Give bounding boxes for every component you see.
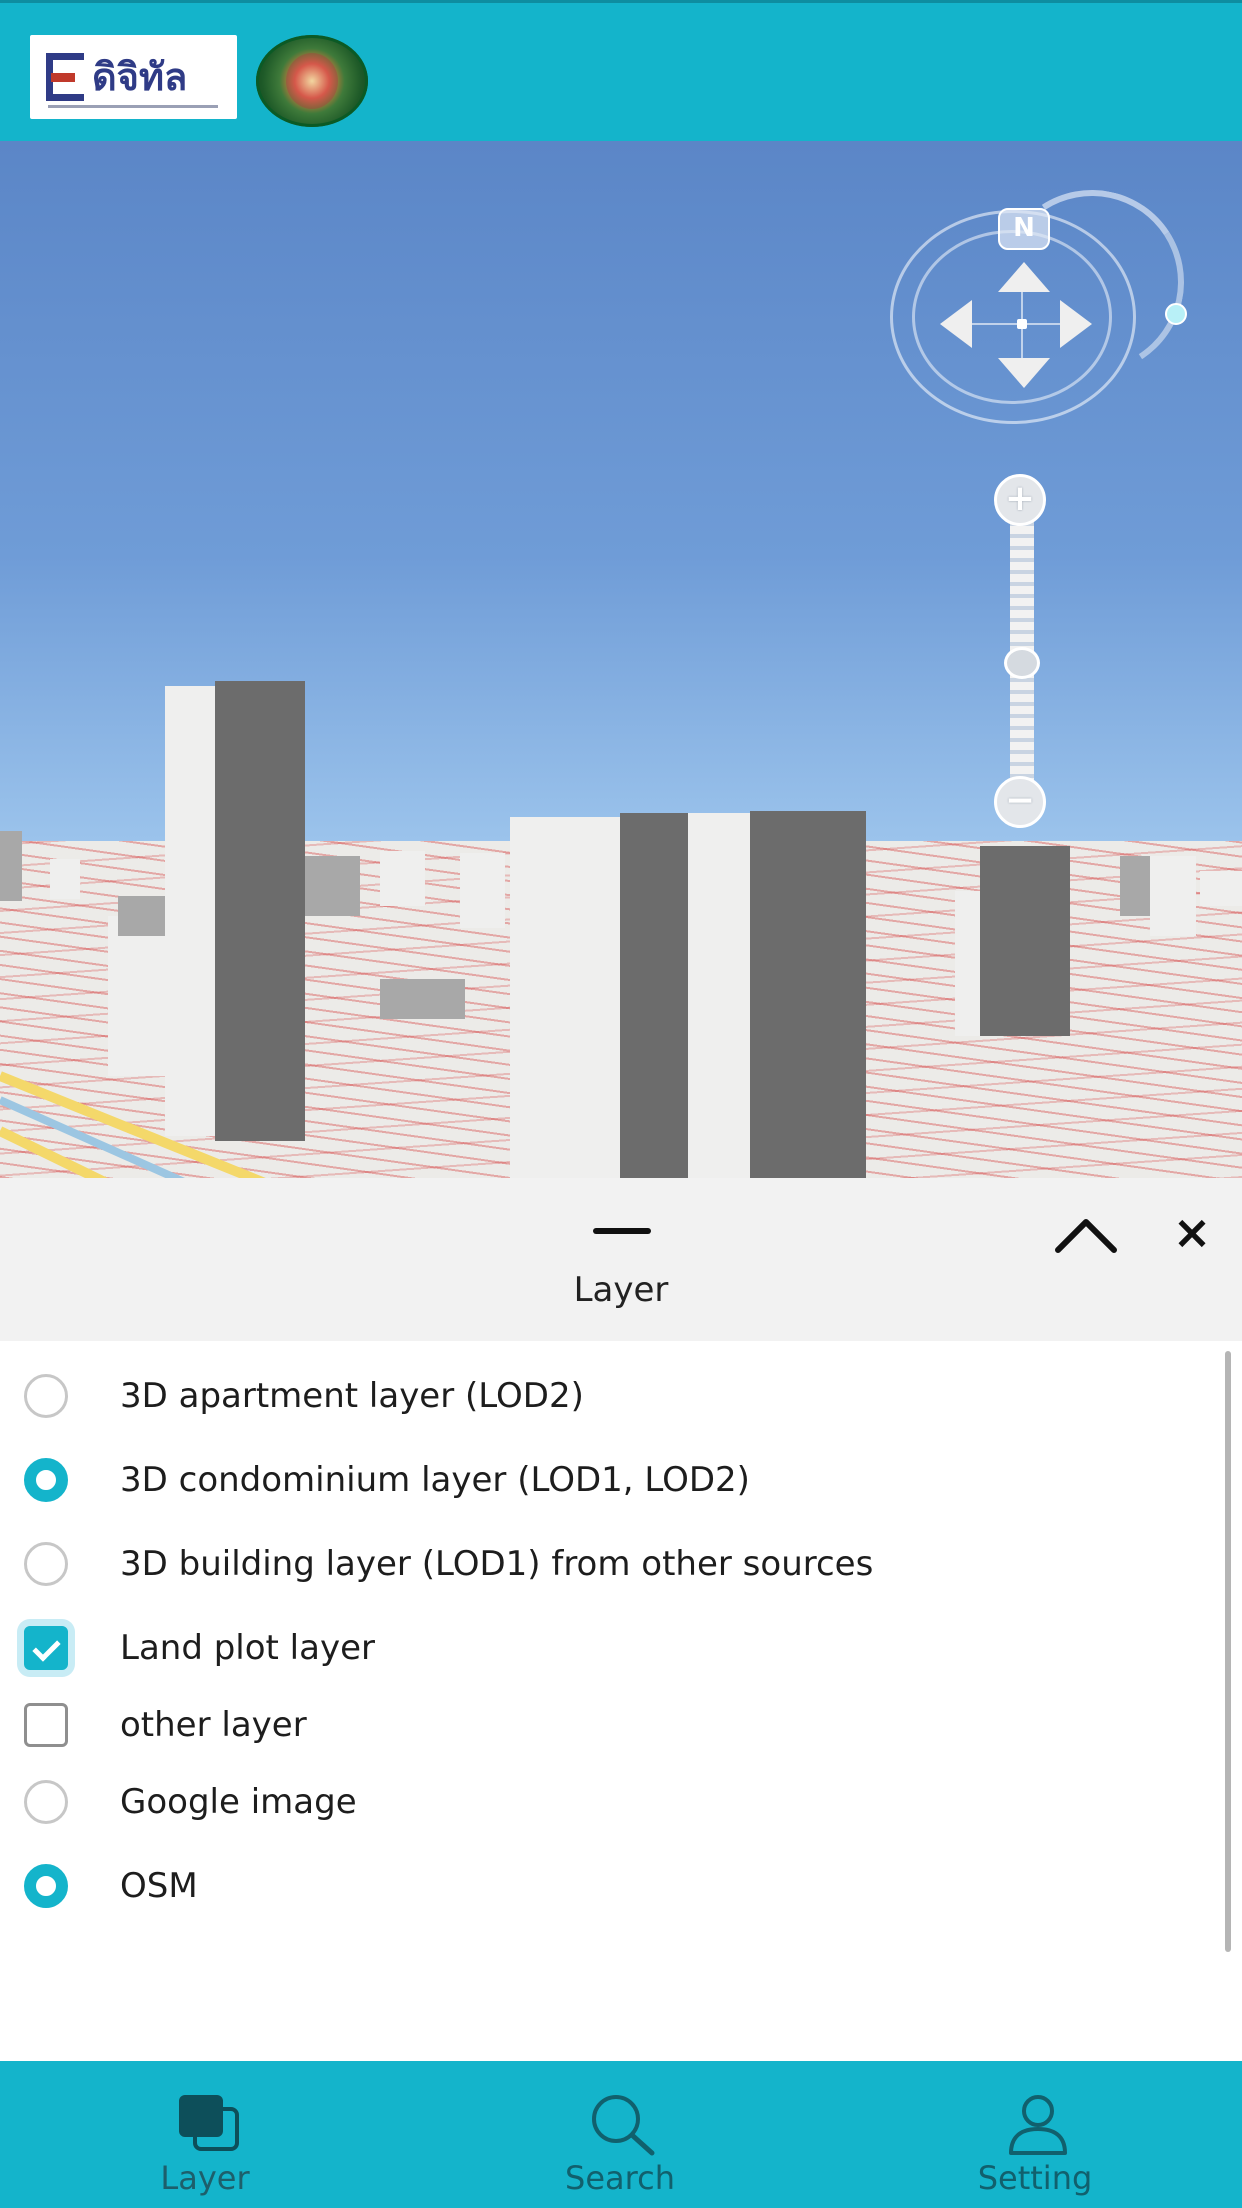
layer-option-3d-condominium[interactable]: 3D condominium layer (LOD1, LOD2) — [24, 1450, 750, 1510]
building — [1120, 856, 1150, 916]
layer-option-label: 3D apartment layer (LOD2) — [120, 1376, 584, 1416]
nav-tab-label: Setting — [977, 2159, 1093, 2197]
layer-option-osm[interactable]: OSM — [24, 1856, 198, 1916]
building — [980, 846, 1070, 1036]
radio-button[interactable] — [24, 1780, 68, 1824]
compass-center — [1017, 319, 1027, 329]
building — [0, 831, 22, 901]
building-tower — [118, 896, 168, 936]
layer-option-land-plot[interactable]: Land plot layer — [24, 1618, 375, 1678]
pan-up-icon[interactable] — [998, 262, 1050, 292]
layers-icon — [179, 2095, 239, 2151]
zoom-out-button[interactable]: − — [994, 776, 1046, 828]
checkbox[interactable] — [24, 1703, 68, 1747]
panel-drag-handle[interactable] — [593, 1228, 651, 1234]
building-tower — [165, 686, 220, 1136]
bottom-navigation: Layer Search Setting — [0, 2061, 1242, 2208]
layer-option-3d-building-other[interactable]: 3D building layer (LOD1) from other sour… — [24, 1534, 873, 1594]
user-icon — [1009, 2095, 1067, 2155]
layer-option-label: 3D condominium layer (LOD1, LOD2) — [120, 1460, 750, 1500]
panel-title: Layer — [573, 1270, 669, 1310]
edigital-logo-mark — [46, 53, 84, 101]
building — [380, 979, 465, 1019]
building-foreground — [750, 811, 866, 1178]
building-foreground — [620, 813, 688, 1178]
pan-left-icon[interactable] — [940, 300, 972, 348]
layer-panel-header: × Layer — [0, 1178, 1242, 1341]
layer-option-label: OSM — [120, 1866, 198, 1906]
layer-option-label: other layer — [120, 1705, 307, 1745]
search-icon — [592, 2095, 655, 2156]
nav-tab-layer[interactable]: Layer — [55, 2061, 355, 2208]
building — [300, 856, 360, 916]
radio-button[interactable] — [24, 1864, 68, 1908]
nav-tab-search[interactable]: Search — [470, 2061, 770, 2208]
north-indicator[interactable]: N — [998, 208, 1050, 250]
layer-list-scrollbar[interactable] — [1225, 1351, 1231, 1952]
building — [1150, 856, 1196, 936]
chevron-up-icon[interactable] — [1052, 1208, 1120, 1258]
zoom-slider-thumb[interactable] — [1004, 647, 1040, 679]
edigital-logo-tagline — [48, 105, 218, 108]
tilt-knob[interactable] — [1165, 303, 1187, 325]
nav-tab-label: Layer — [160, 2159, 250, 2197]
building — [50, 859, 80, 899]
radio-button[interactable] — [24, 1374, 68, 1418]
nav-tab-label: Search — [565, 2159, 675, 2197]
building — [1200, 871, 1242, 906]
building-tower — [215, 681, 305, 1141]
radio-button[interactable] — [24, 1458, 68, 1502]
building-foreground — [688, 813, 753, 1178]
building-foreground — [510, 817, 622, 1178]
radio-button[interactable] — [24, 1542, 68, 1586]
building — [380, 851, 425, 906]
layer-option-label: Google image — [120, 1782, 357, 1822]
zoom-in-button[interactable]: + — [994, 474, 1046, 526]
pan-right-icon[interactable] — [1060, 300, 1092, 348]
building — [460, 853, 505, 928]
edigital-logo-text: ดิจิทัล — [92, 55, 188, 99]
government-seal-icon — [256, 35, 368, 127]
pan-down-icon[interactable] — [998, 358, 1050, 388]
checkbox[interactable] — [24, 1626, 68, 1670]
layer-option-other[interactable]: other layer — [24, 1695, 307, 1755]
nav-tab-setting[interactable]: Setting — [885, 2061, 1185, 2208]
layer-option-3d-apartment[interactable]: 3D apartment layer (LOD2) — [24, 1366, 584, 1426]
layer-option-label: Land plot layer — [120, 1628, 375, 1668]
close-icon[interactable]: × — [1164, 1204, 1220, 1260]
layer-option-label: 3D building layer (LOD1) from other sour… — [120, 1544, 874, 1584]
edigital-logo: ดิจิทัล — [30, 35, 237, 119]
layer-option-google-image[interactable]: Google image — [24, 1772, 357, 1832]
app-header: ดิจิทัล — [0, 0, 1242, 141]
